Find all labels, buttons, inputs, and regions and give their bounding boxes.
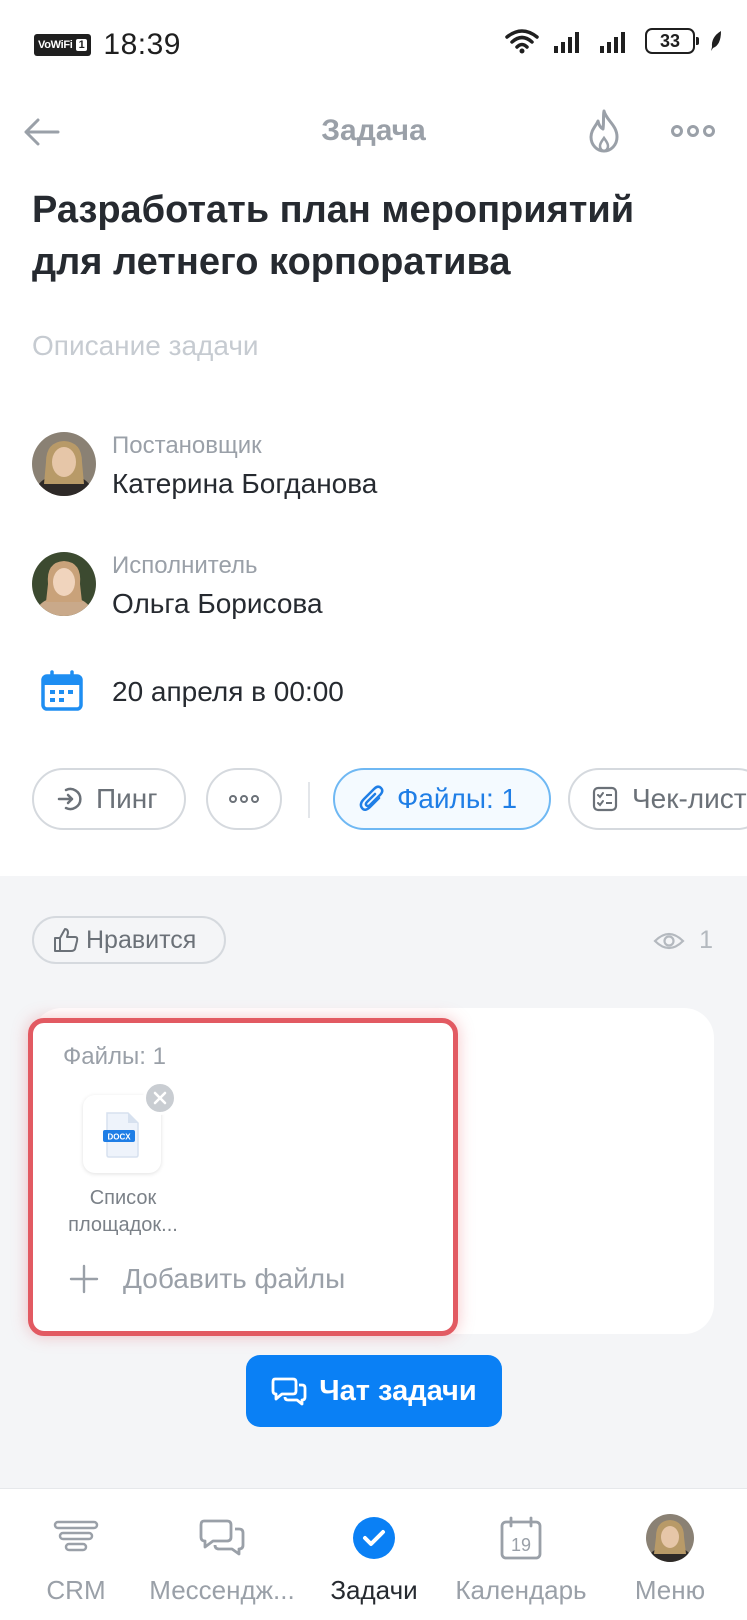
calendar-nav-icon: 19 — [496, 1513, 546, 1563]
important-button[interactable] — [584, 108, 628, 156]
creator-name: Катерина Богданова — [112, 468, 378, 499]
signal-icon-2 — [600, 32, 625, 53]
responsible-avatar — [32, 552, 96, 616]
files-chip-label: Файлы: 1 — [397, 783, 518, 814]
dots-horizontal-icon — [671, 125, 715, 137]
responsible-row[interactable]: Исполнитель Ольга Борисова — [32, 552, 712, 622]
close-icon — [153, 1091, 167, 1105]
chat-bubbles-icon — [271, 1377, 307, 1406]
status-bar: VoWiFi 1 18:39 33 — [0, 0, 747, 90]
fire-icon — [589, 109, 619, 153]
nav-calendar-label: Календарь — [455, 1575, 587, 1605]
responsible-role-label: Исполнитель — [112, 552, 258, 579]
files-panel-label: Файлы: 1 — [63, 1043, 166, 1070]
nav-messenger[interactable]: Мессендж... — [146, 1489, 298, 1620]
chips-divider — [308, 782, 310, 818]
nav-messenger-label: Мессендж... — [149, 1575, 295, 1605]
crm-icon — [51, 1513, 101, 1563]
responsible-name: Ольга Борисова — [112, 588, 323, 619]
task-actions-row: Пинг Файлы: 1 Чек-лист — [32, 768, 747, 832]
leaf-icon — [711, 31, 721, 51]
nav-tasks[interactable]: Задачи — [326, 1489, 422, 1620]
checklist-button[interactable]: Чек-лист — [568, 768, 747, 830]
page-title: Задача — [321, 114, 426, 147]
nav-menu[interactable]: Меню — [632, 1489, 708, 1620]
menu-avatar — [645, 1513, 695, 1563]
task-chat-label: Чат задачи — [319, 1374, 477, 1407]
eye-icon — [653, 932, 685, 949]
deadline-value: 20 апреля в 00:00 — [112, 676, 344, 707]
like-button[interactable]: Нравится — [32, 916, 226, 964]
messenger-icon — [197, 1513, 247, 1563]
files-button[interactable]: Файлы: 1 — [333, 768, 551, 830]
vowifi-badge: VoWiFi 1 — [34, 34, 92, 56]
deadline-row[interactable]: 20 апреля в 00:00 — [40, 668, 720, 714]
battery-indicator: 33 — [645, 28, 699, 54]
like-label: Нравится — [86, 925, 197, 954]
task-description-field[interactable]: Описание задачи — [32, 330, 259, 362]
signal-icon-1 — [554, 32, 579, 53]
remove-file-button[interactable] — [143, 1081, 177, 1115]
bottom-navigation: CRM Мессендж... Задачи 19 Календарь Меню — [0, 1488, 747, 1620]
file-type-label: DOCX — [107, 1133, 131, 1142]
files-panel: Файлы: 1 DOCX Список площадок... Добавит… — [28, 1018, 458, 1336]
paperclip-icon — [359, 785, 384, 811]
task-chat-button[interactable]: Чат задачи — [246, 1355, 502, 1427]
calendar-icon — [40, 670, 84, 712]
more-options-button[interactable] — [670, 116, 716, 146]
creator-row[interactable]: Постановщик Катерина Богданова — [32, 432, 712, 502]
ping-label: Пинг — [96, 783, 158, 814]
creator-avatar — [32, 432, 96, 496]
views-count: 1 — [699, 926, 713, 954]
nav-calendar[interactable]: 19 Календарь — [452, 1489, 590, 1620]
top-bar: Задача — [0, 96, 747, 176]
ping-icon — [57, 787, 82, 811]
more-actions-button[interactable] — [206, 768, 282, 830]
dots-horizontal-icon — [229, 795, 259, 803]
views-counter: 1 — [653, 926, 713, 955]
calendar-day-number: 19 — [511, 1535, 531, 1555]
checklist-icon — [592, 786, 618, 812]
ping-button[interactable]: Пинг — [32, 768, 186, 830]
nav-crm-label: CRM — [46, 1575, 106, 1605]
task-screen: VoWiFi 1 18:39 33 Задача Разработать пла… — [0, 0, 747, 1620]
nav-menu-label: Меню — [634, 1575, 706, 1605]
file-name: Список площадок... — [68, 1187, 178, 1236]
nav-crm[interactable]: CRM — [40, 1489, 112, 1620]
add-files-button[interactable]: Добавить файлы — [69, 1263, 345, 1295]
nav-tasks-label: Задачи — [330, 1575, 418, 1605]
plus-icon — [69, 1264, 99, 1294]
task-title[interactable]: Разработать план мероприятий для летнего… — [32, 184, 712, 288]
add-files-label: Добавить файлы — [123, 1263, 346, 1294]
checklist-label: Чек-лист — [632, 783, 747, 814]
tasks-check-icon — [349, 1513, 399, 1563]
wifi-icon — [505, 29, 539, 54]
creator-role-label: Постановщик — [112, 432, 262, 459]
status-time: 18:39 — [103, 28, 181, 61]
thumbs-up-icon — [54, 928, 79, 952]
